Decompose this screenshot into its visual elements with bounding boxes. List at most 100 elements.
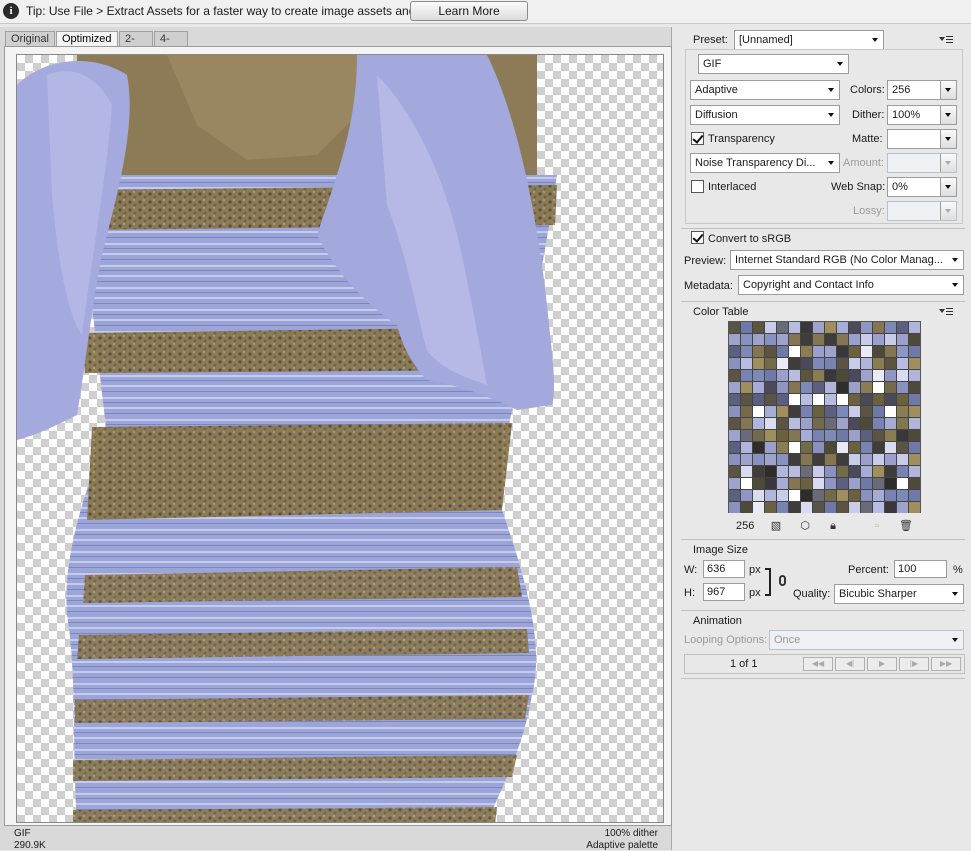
- color-swatch[interactable]: [753, 454, 764, 465]
- color-swatch[interactable]: [849, 358, 860, 369]
- color-swatch[interactable]: [885, 478, 896, 489]
- color-swatch[interactable]: [753, 334, 764, 345]
- color-swatch[interactable]: [777, 430, 788, 441]
- color-swatch[interactable]: [909, 406, 920, 417]
- color-swatch[interactable]: [909, 442, 920, 453]
- height-input[interactable]: 967: [703, 583, 745, 601]
- color-swatch[interactable]: [849, 418, 860, 429]
- color-swatch[interactable]: [813, 430, 824, 441]
- color-swatch[interactable]: [753, 418, 764, 429]
- panel-menu-icon[interactable]: [939, 36, 953, 44]
- color-swatch[interactable]: [801, 394, 812, 405]
- color-swatch[interactable]: [849, 346, 860, 357]
- color-swatch[interactable]: [897, 406, 908, 417]
- color-swatch[interactable]: [897, 478, 908, 489]
- color-swatch[interactable]: [801, 382, 812, 393]
- color-swatch[interactable]: [741, 334, 752, 345]
- color-swatch[interactable]: [765, 454, 776, 465]
- color-swatch[interactable]: [909, 394, 920, 405]
- color-swatch[interactable]: [825, 490, 836, 501]
- color-swatch[interactable]: [789, 490, 800, 501]
- color-swatch[interactable]: [729, 394, 740, 405]
- color-swatch[interactable]: [801, 358, 812, 369]
- color-swatch[interactable]: [861, 478, 872, 489]
- color-swatch[interactable]: [729, 454, 740, 465]
- color-swatch[interactable]: [825, 478, 836, 489]
- color-swatch[interactable]: [909, 418, 920, 429]
- color-swatch[interactable]: [777, 334, 788, 345]
- color-swatch[interactable]: [909, 430, 920, 441]
- map-transparency-icon[interactable]: ▧: [770, 520, 782, 532]
- color-swatch[interactable]: [873, 418, 884, 429]
- color-swatch[interactable]: [861, 322, 872, 333]
- dither-amount-combo[interactable]: 100%: [887, 105, 957, 125]
- color-swatch[interactable]: [837, 406, 848, 417]
- color-swatch[interactable]: [777, 490, 788, 501]
- color-swatch[interactable]: [741, 346, 752, 357]
- color-swatch[interactable]: [885, 466, 896, 477]
- color-swatch[interactable]: [741, 370, 752, 381]
- color-swatch[interactable]: [789, 430, 800, 441]
- color-swatch[interactable]: [777, 406, 788, 417]
- tab-original[interactable]: Original: [5, 31, 55, 47]
- color-swatch[interactable]: [825, 466, 836, 477]
- color-swatch[interactable]: [729, 466, 740, 477]
- color-swatch[interactable]: [849, 454, 860, 465]
- color-swatch[interactable]: [837, 334, 848, 345]
- color-swatch[interactable]: [789, 382, 800, 393]
- color-swatch[interactable]: [813, 394, 824, 405]
- color-swatch[interactable]: [741, 466, 752, 477]
- color-swatch[interactable]: [789, 346, 800, 357]
- color-swatch[interactable]: [753, 442, 764, 453]
- color-swatch[interactable]: [849, 442, 860, 453]
- color-swatch[interactable]: [885, 418, 896, 429]
- color-swatch[interactable]: [909, 334, 920, 345]
- color-swatch[interactable]: [837, 466, 848, 477]
- color-swatch[interactable]: [729, 490, 740, 501]
- color-swatch[interactable]: [861, 394, 872, 405]
- color-swatch[interactable]: [765, 490, 776, 501]
- image-canvas[interactable]: [16, 54, 664, 823]
- color-swatch[interactable]: [801, 502, 812, 513]
- color-swatch[interactable]: [897, 358, 908, 369]
- color-swatch[interactable]: [741, 454, 752, 465]
- color-swatch[interactable]: [825, 406, 836, 417]
- color-swatch[interactable]: [765, 478, 776, 489]
- color-swatch[interactable]: [885, 406, 896, 417]
- color-swatch[interactable]: [753, 478, 764, 489]
- color-swatch[interactable]: [765, 370, 776, 381]
- color-swatch[interactable]: [789, 454, 800, 465]
- color-swatch[interactable]: [813, 418, 824, 429]
- color-swatch[interactable]: [837, 382, 848, 393]
- color-swatch[interactable]: [837, 478, 848, 489]
- color-swatch[interactable]: [753, 490, 764, 501]
- color-swatch[interactable]: [813, 370, 824, 381]
- color-swatch[interactable]: [825, 382, 836, 393]
- color-swatch[interactable]: [885, 346, 896, 357]
- color-swatch[interactable]: [861, 454, 872, 465]
- color-swatch[interactable]: [825, 346, 836, 357]
- color-swatch[interactable]: [885, 442, 896, 453]
- color-swatch[interactable]: [753, 382, 764, 393]
- color-swatch[interactable]: [837, 502, 848, 513]
- color-swatch[interactable]: [729, 430, 740, 441]
- color-swatch[interactable]: [849, 430, 860, 441]
- color-swatch[interactable]: [729, 406, 740, 417]
- color-swatch[interactable]: [873, 454, 884, 465]
- color-swatch[interactable]: [777, 454, 788, 465]
- chain-link-icon[interactable]: [779, 575, 786, 586]
- convert-srgb-checkbox[interactable]: [691, 231, 704, 244]
- color-swatch[interactable]: [753, 358, 764, 369]
- color-swatch[interactable]: [897, 346, 908, 357]
- color-swatch[interactable]: [741, 478, 752, 489]
- color-swatch[interactable]: [813, 322, 824, 333]
- color-swatch[interactable]: [753, 406, 764, 417]
- color-swatch[interactable]: [909, 370, 920, 381]
- color-swatch[interactable]: [777, 346, 788, 357]
- color-swatch[interactable]: [813, 358, 824, 369]
- color-swatch[interactable]: [789, 406, 800, 417]
- color-swatch[interactable]: [825, 430, 836, 441]
- color-swatch[interactable]: [825, 442, 836, 453]
- color-swatch[interactable]: [885, 490, 896, 501]
- color-swatch[interactable]: [765, 430, 776, 441]
